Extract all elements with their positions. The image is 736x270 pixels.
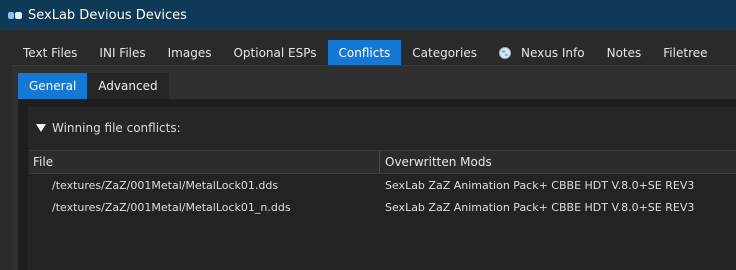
tab-nexus-info[interactable]: Nexus Info <box>488 40 596 65</box>
main-area: Text Files INI Files Images Optional ESP… <box>0 30 736 270</box>
overwritten-mods-cell: SexLab ZaZ Animation Pack+ CBBE HDT V.8.… <box>385 178 695 192</box>
subtab-advanced[interactable]: Advanced <box>87 73 169 99</box>
table-header: File Overwritten Mods <box>29 151 736 174</box>
tab-label: INI Files <box>99 45 146 60</box>
subtab-label: Advanced <box>98 79 158 93</box>
column-divider[interactable] <box>379 151 380 173</box>
tab-text-files[interactable]: Text Files <box>12 40 88 65</box>
section-label: Winning file conflicts: <box>52 121 181 135</box>
general-subtab-panel: Winning file conflicts: File Overwritten… <box>18 99 736 270</box>
overwritten-mods-cell: SexLab ZaZ Animation Pack+ CBBE HDT V.8.… <box>385 200 695 214</box>
expand-triangle-icon <box>36 124 46 132</box>
tab-label: Categories <box>412 45 477 60</box>
conflicts-tab-panel: General Advanced Winning file conflicts:… <box>12 65 736 270</box>
tab-conflicts[interactable]: Conflicts <box>327 40 402 65</box>
subtab-bar: General Advanced <box>18 73 169 99</box>
winning-conflicts-section: Winning file conflicts: File Overwritten… <box>28 107 736 270</box>
table-row[interactable]: /textures/ZaZ/001Metal/MetalLock01_n.dds… <box>29 196 736 218</box>
tab-label: Images <box>167 45 212 60</box>
column-header-overwritten-mods[interactable]: Overwritten Mods <box>385 151 492 173</box>
tab-ini-files[interactable]: INI Files <box>88 40 156 65</box>
winning-conflicts-toggle[interactable]: Winning file conflicts: <box>36 120 181 136</box>
tab-label: Filetree <box>663 45 708 60</box>
tab-label: Notes <box>606 45 642 60</box>
tab-notes[interactable]: Notes <box>596 40 653 65</box>
tab-bar: Text Files INI Files Images Optional ESP… <box>12 40 736 65</box>
column-header-file[interactable]: File <box>33 151 53 173</box>
table-row[interactable]: /textures/ZaZ/001Metal/MetalLock01.dds S… <box>29 174 736 196</box>
globe-icon <box>498 46 511 59</box>
tab-images[interactable]: Images <box>157 40 223 65</box>
file-path-cell: /textures/ZaZ/001Metal/MetalLock01_n.dds <box>52 200 291 214</box>
tab-categories[interactable]: Categories <box>401 40 488 65</box>
tab-label: Text Files <box>23 45 78 60</box>
window-title: SexLab Devious Devices <box>28 7 187 23</box>
mod-organizer-icon <box>8 11 22 19</box>
tab-optional-esps[interactable]: Optional ESPs <box>222 40 327 65</box>
tab-label: Conflicts <box>338 45 391 60</box>
winning-conflicts-table: File Overwritten Mods /textures/ZaZ/001M… <box>29 150 736 270</box>
tab-label: Optional ESPs <box>233 45 317 60</box>
tab-label: Nexus Info <box>520 45 585 60</box>
tab-filetree[interactable]: Filetree <box>652 40 718 65</box>
subtab-label: General <box>29 79 77 93</box>
subtab-general[interactable]: General <box>18 73 88 99</box>
file-path-cell: /textures/ZaZ/001Metal/MetalLock01.dds <box>52 178 279 192</box>
window-titlebar: SexLab Devious Devices <box>0 0 736 30</box>
